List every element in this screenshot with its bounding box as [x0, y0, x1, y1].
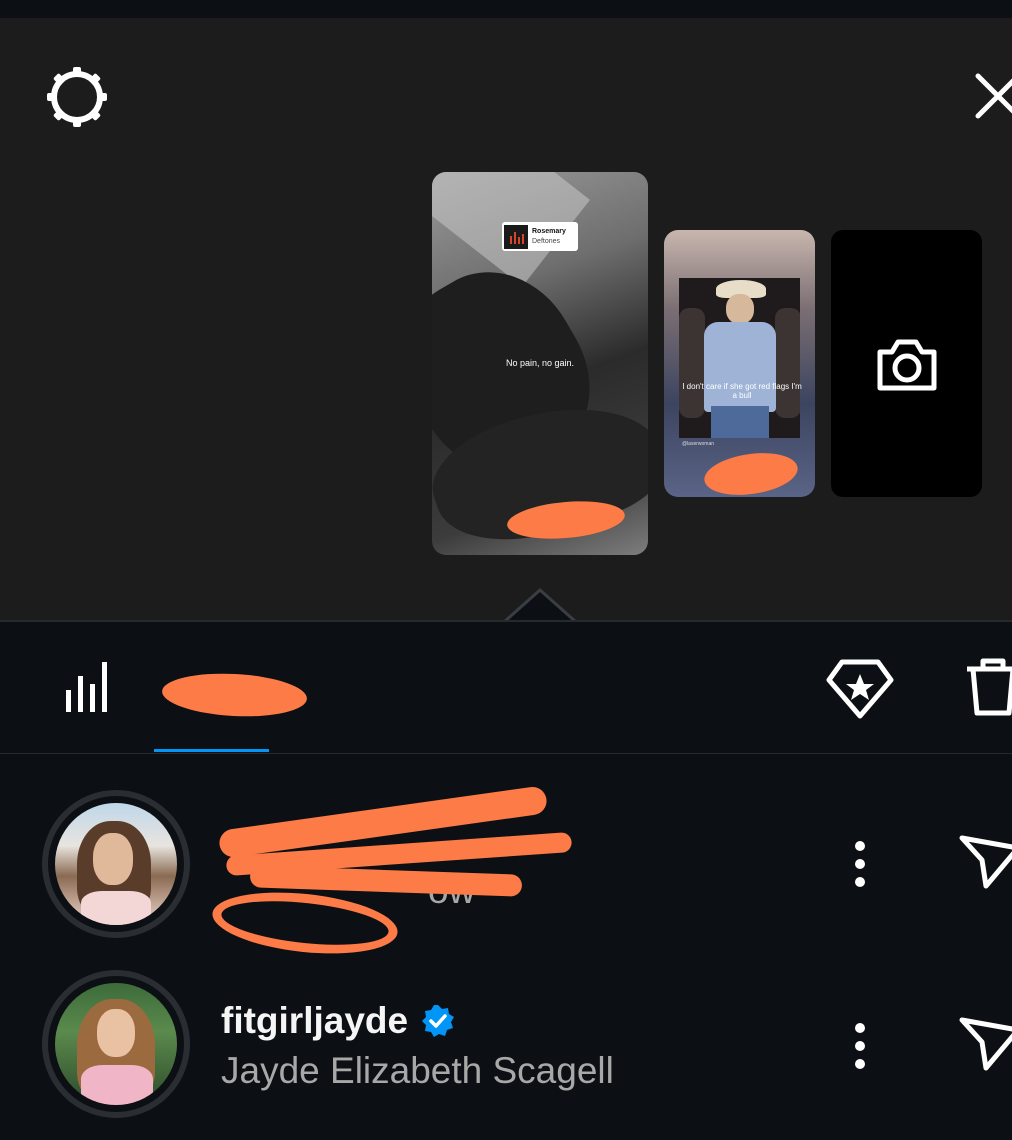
redaction-mark — [209, 884, 401, 962]
more-options-button[interactable] — [846, 1022, 874, 1072]
story-handle: @laserwoman — [682, 441, 715, 447]
viewer-username[interactable]: fitgirljayde — [221, 1000, 456, 1042]
bar-chart-icon — [66, 662, 107, 712]
settings-button[interactable] — [44, 64, 110, 130]
close-button[interactable] — [972, 70, 1012, 122]
active-tab-indicator — [154, 749, 269, 752]
verified-badge-icon — [422, 1005, 455, 1037]
send-message-button[interactable] — [958, 834, 1012, 890]
delete-button[interactable] — [963, 655, 1012, 719]
music-title: Rosemary — [532, 227, 566, 235]
close-icon — [975, 73, 1012, 119]
story-thumbnail-next[interactable]: I don't care if she got red flags I'm a … — [664, 230, 815, 497]
camera-icon — [877, 339, 937, 391]
avatar-photo — [55, 983, 177, 1105]
story-caption: I don't care if she got red flags I'm a … — [682, 382, 802, 400]
highlight-button[interactable] — [825, 656, 895, 720]
trash-icon — [967, 658, 1012, 716]
more-vertical-icon — [855, 1023, 865, 1069]
redaction-mark — [701, 447, 801, 497]
viewer-row[interactable]: ow — [0, 782, 1012, 962]
story-thumbnail-current[interactable]: Rosemary Deftones No pain, no gain. — [432, 172, 648, 555]
story-photo — [679, 278, 800, 438]
viewer-full-name: Jayde Elizabeth Scagell — [221, 1050, 614, 1091]
music-artist: Deftones — [532, 237, 561, 245]
avatar-photo — [55, 803, 177, 925]
status-bar — [0, 0, 1012, 18]
gear-icon — [47, 67, 107, 127]
more-options-button[interactable] — [846, 840, 874, 890]
add-story-button[interactable] — [831, 230, 982, 497]
selection-pointer — [504, 587, 576, 624]
send-icon — [959, 835, 1012, 889]
highlight-heart-icon — [826, 659, 894, 719]
tab-insights[interactable] — [64, 660, 112, 714]
send-icon — [959, 1017, 1012, 1071]
avatar[interactable] — [42, 790, 190, 938]
avatar[interactable] — [42, 970, 190, 1118]
music-sticker[interactable]: Rosemary Deftones — [502, 222, 578, 251]
username-text: fitgirljayde — [221, 1000, 409, 1041]
story-caption: No pain, no gain. — [505, 358, 575, 368]
viewer-row[interactable]: fitgirljayde Jayde Elizabeth Scagell — [0, 960, 1012, 1140]
album-art — [504, 224, 528, 249]
tab-viewers[interactable] — [154, 660, 308, 754]
send-message-button[interactable] — [958, 1016, 1012, 1072]
more-vertical-icon — [855, 841, 865, 887]
